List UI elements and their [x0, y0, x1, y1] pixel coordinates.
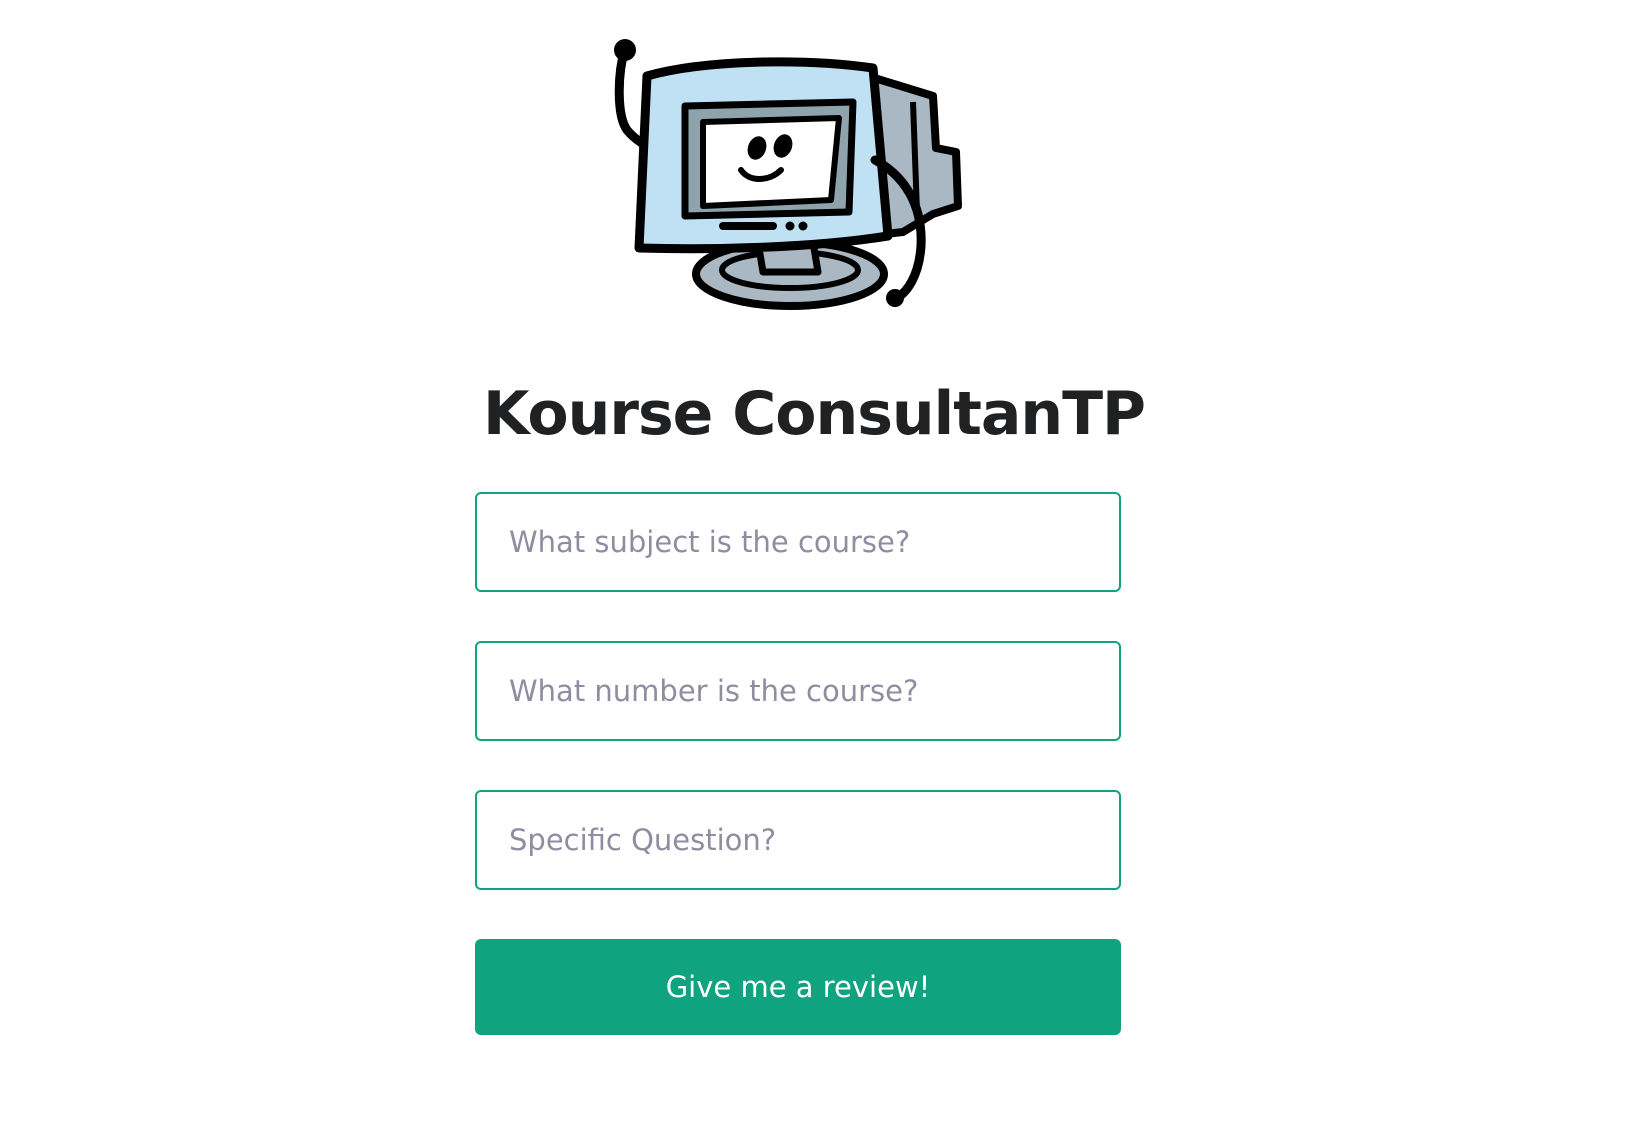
course-number-input[interactable] [475, 641, 1121, 741]
page: Kourse ConsultanTP Give me a review! [0, 0, 1628, 1140]
specific-question-input[interactable] [475, 790, 1121, 890]
page-title: Kourse ConsultanTP [482, 379, 1146, 449]
computer-mascot-icon [614, 39, 962, 310]
give-review-button[interactable]: Give me a review! [475, 939, 1121, 1035]
course-subject-input[interactable] [475, 492, 1121, 592]
